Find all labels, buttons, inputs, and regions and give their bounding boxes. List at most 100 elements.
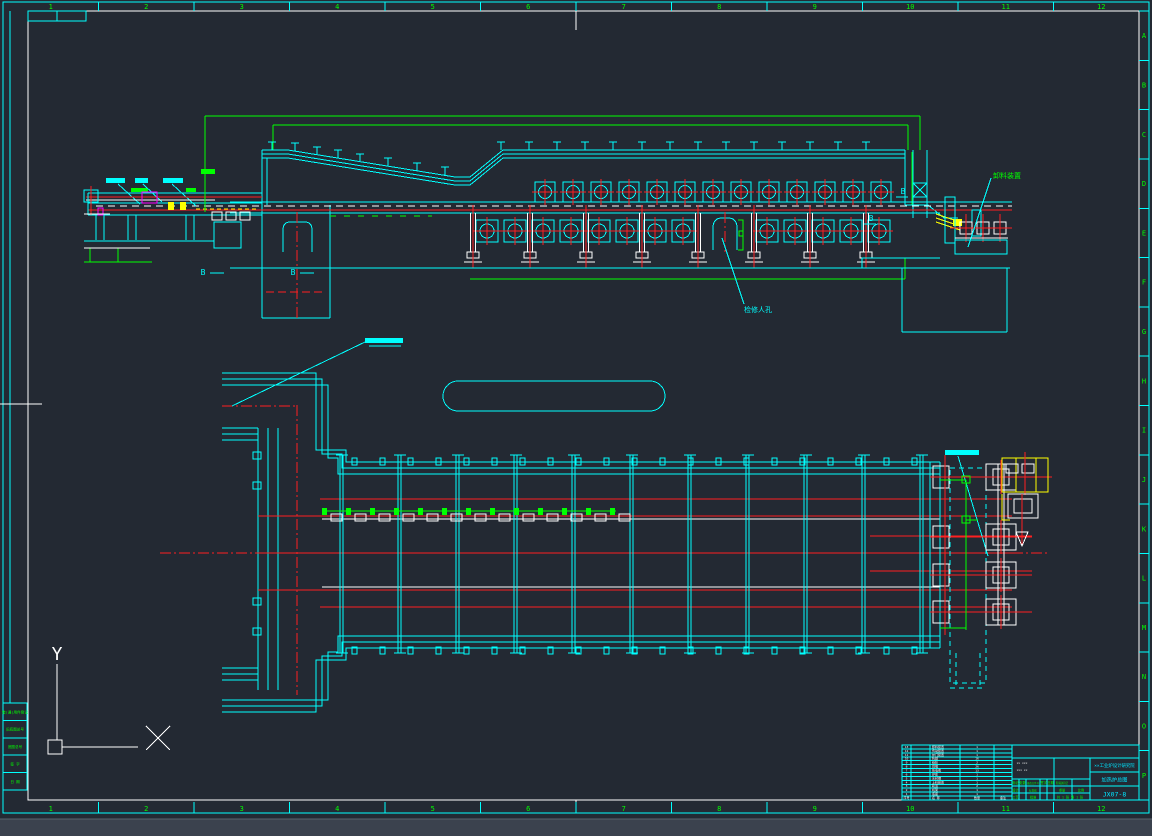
label-bar (131, 188, 148, 192)
grid-col-label: 8 (717, 805, 721, 813)
grid-row-label: O (1142, 723, 1146, 731)
sign-label: 签字 (1040, 780, 1046, 785)
grid-col-label: 11 (1002, 805, 1010, 813)
stage-label: 阶段标记 (1056, 780, 1068, 785)
revision-row-label: 日 期 (10, 779, 20, 784)
sign-entry: ×× ××× (1017, 761, 1028, 765)
edge-burner-clips (352, 458, 917, 654)
grid-col-label: 3 (240, 3, 244, 11)
drawing-canvas[interactable]: 112233445566778899101011111212ABCDEFGHIJ… (0, 0, 1152, 836)
bom-cell: 数量 (974, 795, 980, 800)
sign-label: 处数 (1019, 780, 1026, 785)
label-bar (106, 178, 125, 183)
paper-border (3, 2, 1149, 813)
leader-line (968, 178, 991, 247)
drawing-frame (28, 11, 1139, 800)
label-bar (163, 178, 183, 183)
grid-col-label: 6 (526, 3, 530, 11)
sign-label: 日期 (1047, 780, 1053, 785)
sign-label: 标准化 (1029, 789, 1037, 793)
grid-col-label: 2 (144, 805, 148, 813)
grid-col-label: 4 (335, 805, 339, 813)
grid-col-label: 5 (431, 3, 435, 11)
left-pit (262, 212, 330, 318)
title-block: 13卸料装置112传动装置111炉门装置110托辊169链轮28烧嘴267热电偶… (902, 744, 1139, 800)
grid-row-label: P (1142, 772, 1146, 780)
bom-cell: 序号 (903, 795, 909, 800)
revision-strip: 借(通)用件登记旧底图总号底图总号签 字日 期 (2, 703, 28, 790)
grid-col-label: 9 (813, 805, 817, 813)
drawing-title: 加热炉总图 (1102, 776, 1128, 784)
drive-units (930, 460, 1052, 629)
section-mark: B (201, 268, 206, 277)
grid-col-label: 4 (335, 3, 339, 11)
pipe-fitting (394, 508, 399, 515)
drive-motor (1008, 494, 1038, 518)
grid-row-label: F (1142, 279, 1146, 287)
upper-burner-row (532, 179, 894, 205)
slot-opening (443, 381, 665, 411)
company-name: ××工业炉设计研究院 (1094, 762, 1135, 769)
revision-row-label: 借(通)用件登记 (2, 709, 28, 714)
pipe-fitting (490, 508, 495, 515)
grid-row-label: D (1142, 180, 1146, 188)
sign-label: 设计 (1012, 788, 1019, 793)
grid-col-label: 5 (431, 805, 435, 813)
label-bar (945, 450, 979, 455)
elevation-view: 卸料装置 检修人孔 B B B B (84, 116, 1021, 332)
revision-row-label: 底图总号 (8, 744, 23, 749)
grid-row-label: H (1142, 377, 1146, 385)
statusbar-background (0, 819, 1152, 836)
sheet-frame (0, 2, 1149, 813)
pipe-fitting (370, 508, 375, 515)
lower-burner-row (473, 217, 893, 245)
sign-entry: ××× ×× (1017, 768, 1028, 772)
grid-col-label: 11 (1002, 3, 1010, 11)
sign-label: 更改文件号 (1027, 781, 1040, 785)
furnace-body (262, 150, 958, 268)
drive-assembly (930, 452, 1052, 688)
ucs-icon: Y (48, 644, 170, 754)
leader-line (958, 456, 988, 556)
grid-row-label: K (1142, 525, 1147, 533)
grid-col-label: 1 (49, 805, 53, 813)
grid-col-label: 10 (906, 3, 914, 11)
revision-row-label: 签 字 (10, 762, 20, 767)
plan-view (160, 338, 1052, 712)
arch-door (713, 212, 743, 252)
y-axis-label: Y (52, 644, 63, 665)
grid-col-label: 7 (622, 805, 626, 813)
scale-label: 比例 (1078, 788, 1084, 793)
grid-col-label: 6 (526, 805, 530, 813)
section-mark: B (869, 214, 874, 223)
cross-ribs (336, 455, 928, 653)
grid-col-label: 2 (144, 3, 148, 11)
pipe-fitting (586, 508, 591, 515)
label-bar (201, 169, 215, 174)
pipe-fitting (538, 508, 543, 515)
sign-label: 批准 (1030, 795, 1037, 800)
label-bar (135, 178, 148, 183)
weight-label: 重量 (1059, 788, 1066, 793)
x-axis-label (146, 726, 170, 750)
grid-row-label: L (1142, 575, 1146, 583)
grid-reference-strip: 112233445566778899101011111212ABCDEFGHIJ… (3, 2, 1149, 813)
grid-col-label: 8 (717, 3, 721, 11)
label-bar (365, 338, 403, 343)
kiln-centerlines (160, 499, 1048, 607)
manhole-label: 检修人孔 (744, 305, 772, 314)
sheet-label: 共 1 张 第 1 张 (1057, 795, 1084, 800)
pipe-fitting (514, 508, 519, 515)
grid-col-label: 7 (622, 3, 626, 11)
label-bar (186, 188, 196, 192)
grid-col-label: 12 (1097, 805, 1105, 813)
pipe-fitting (442, 508, 447, 515)
drawing-number: JX07-8 (1103, 791, 1127, 799)
grid-col-label: 1 (49, 3, 53, 11)
grid-row-label: J (1142, 476, 1146, 484)
pipe-fitting (346, 508, 351, 515)
discharge-assembly (862, 197, 1012, 332)
sign-label: 工艺 (1012, 795, 1018, 800)
grid-row-label: N (1142, 673, 1146, 681)
cad-application-window: 112233445566778899101011111212ABCDEFGHIJ… (0, 0, 1152, 836)
